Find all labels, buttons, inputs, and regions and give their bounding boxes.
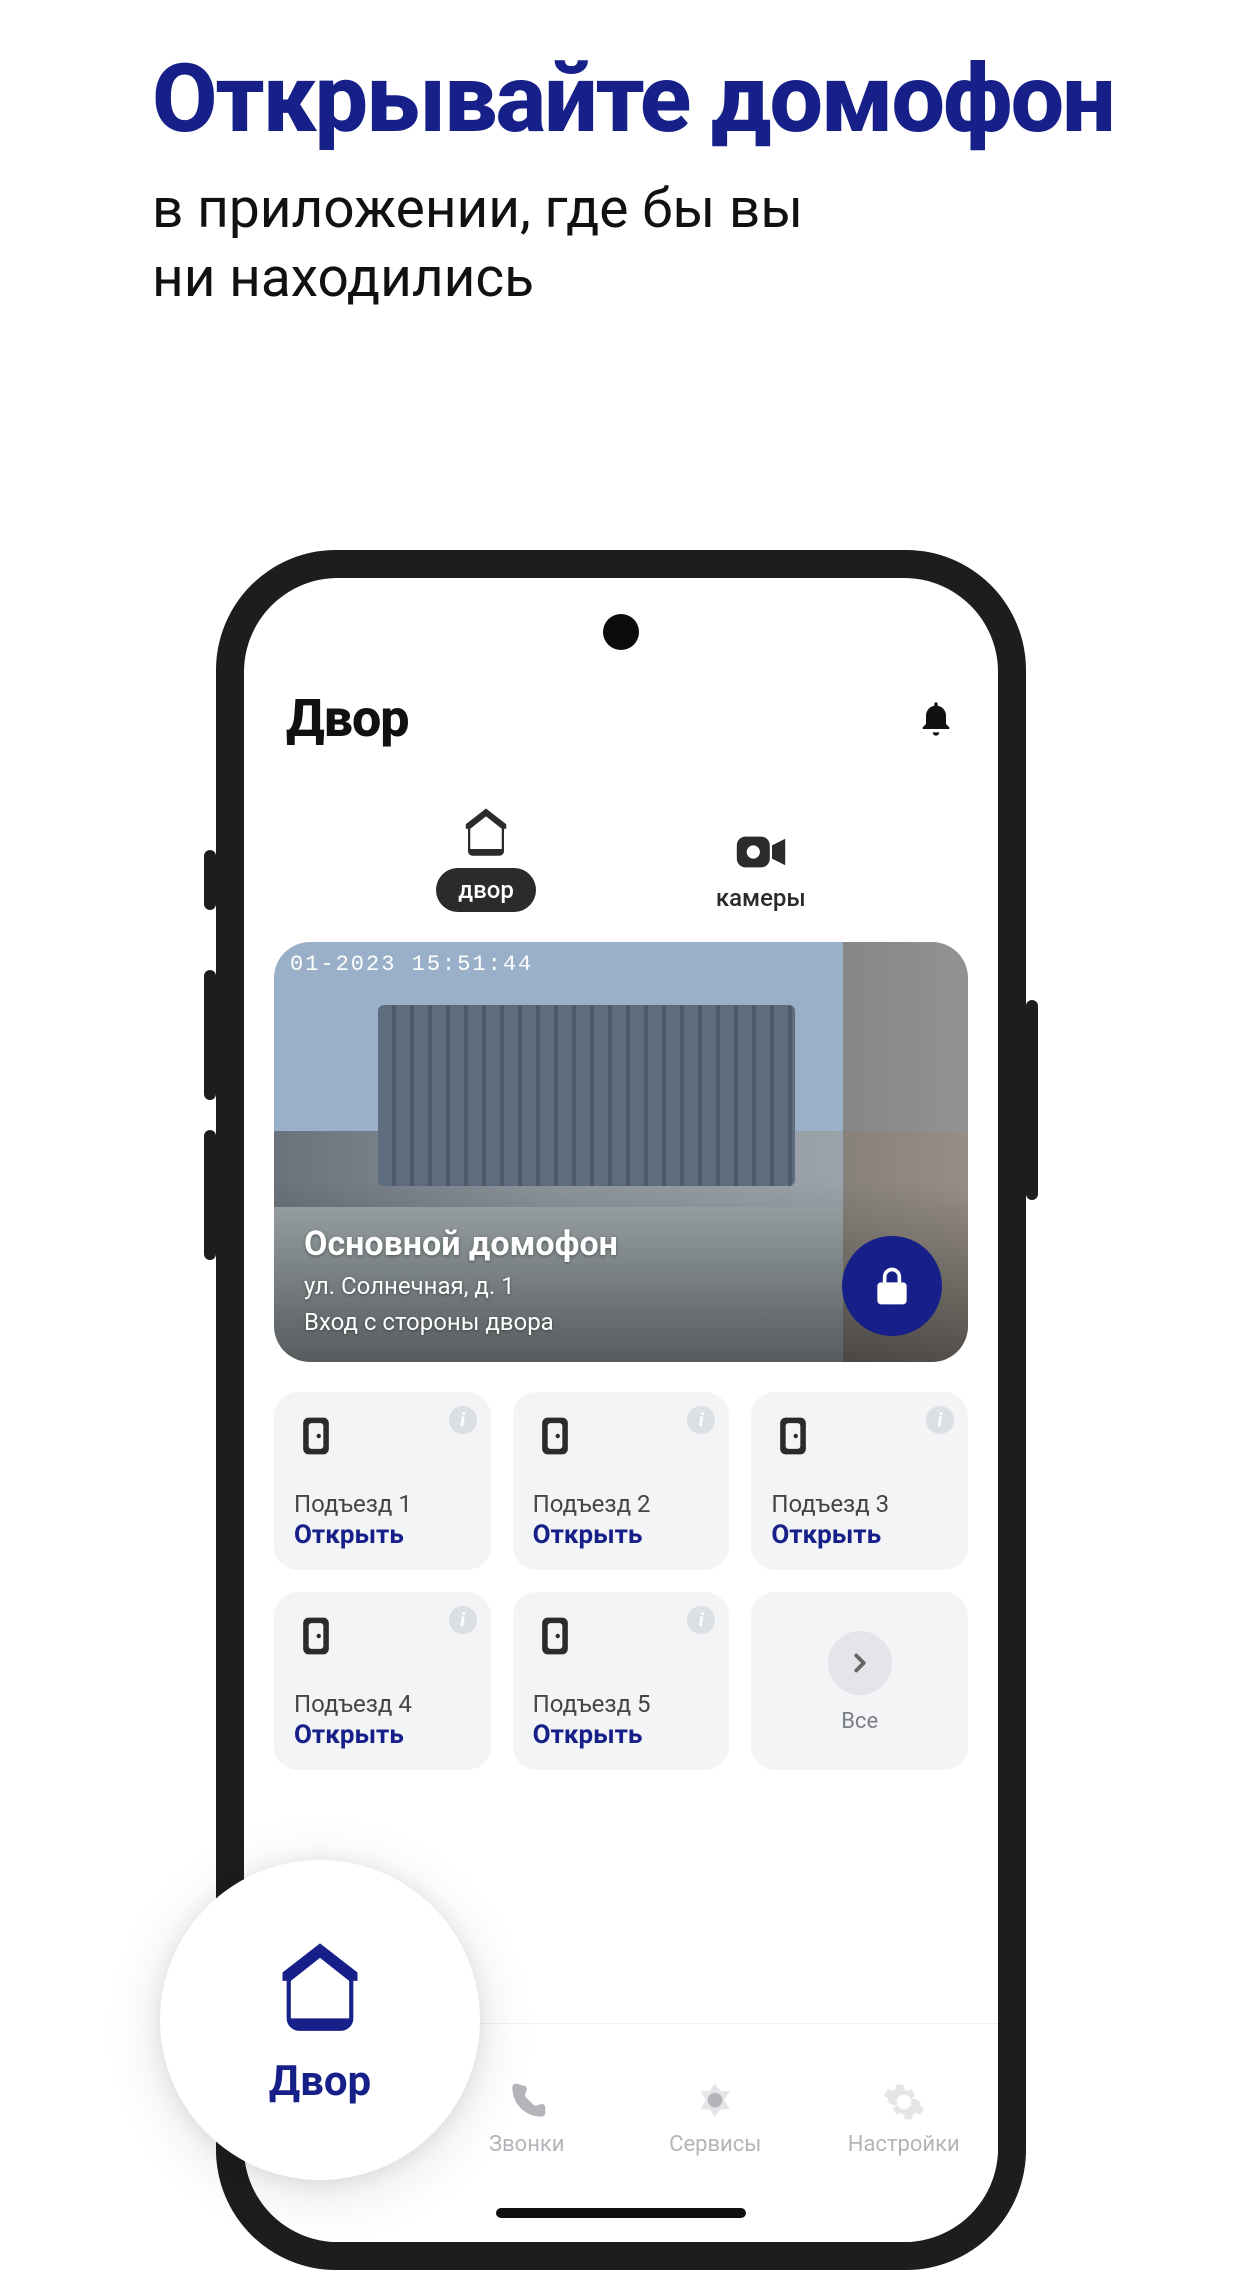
page-title: Двор [286, 688, 409, 749]
door-card[interactable]: i Подъезд 5 Открыть [513, 1592, 730, 1770]
tab-calls-label: Звонки [489, 2132, 564, 2157]
camera-preview-card[interactable]: 01-2023 15:51:44 Основной домофон ул. Со… [274, 942, 968, 1362]
door-action-button[interactable]: Открыть [533, 1520, 710, 1550]
camera-icon [734, 830, 788, 874]
camera-location: Вход с стороны двора [304, 1308, 828, 1336]
tab-calls[interactable]: Звонки [467, 2080, 587, 2157]
tab-settings-label: Настройки [848, 2132, 960, 2157]
segment-cameras-label: камеры [716, 884, 806, 912]
door-card[interactable]: i Подъезд 3 Открыть [751, 1392, 968, 1570]
phone-icon [505, 2080, 549, 2124]
tab-services[interactable]: Сервисы [655, 2080, 775, 2157]
house-icon [270, 1935, 370, 2035]
info-icon[interactable]: i [449, 1406, 477, 1434]
tab-services-label: Сервисы [669, 2132, 761, 2157]
promo-subtitle: в приложении, где бы вы ни находились [152, 175, 1114, 313]
phone-side-button [204, 970, 216, 1100]
door-card[interactable]: i Подъезд 2 Открыть [513, 1392, 730, 1570]
doors-grid: i Подъезд 1 Открыть i [274, 1392, 968, 1770]
door-name: Подъезд 4 [294, 1690, 471, 1718]
segment-yard[interactable]: двор [436, 804, 536, 912]
all-doors-label: Все [841, 1709, 878, 1734]
tab-yard-highlight[interactable]: Двор [160, 1860, 480, 2180]
segmented-control: двор камеры [274, 804, 968, 912]
unlock-button[interactable] [842, 1236, 942, 1336]
door-icon [294, 1414, 338, 1458]
segment-yard-label: двор [436, 868, 536, 912]
door-action-button[interactable]: Открыть [771, 1520, 948, 1550]
info-icon[interactable]: i [449, 1606, 477, 1634]
promo-subtitle-line2: ни находились [152, 246, 534, 310]
house-icon [459, 804, 513, 858]
lock-icon [870, 1264, 914, 1308]
info-icon[interactable]: i [687, 1606, 715, 1634]
door-name: Подъезд 2 [533, 1490, 710, 1518]
camera-building [378, 1005, 794, 1186]
phone-front-camera [603, 614, 639, 650]
door-name: Подъезд 3 [771, 1490, 948, 1518]
door-icon [294, 1614, 338, 1658]
promo-subtitle-line1: в приложении, где бы вы [152, 177, 803, 241]
bell-icon[interactable] [916, 699, 956, 739]
camera-title: Основной домофон [304, 1224, 828, 1264]
door-card-all[interactable]: Все [751, 1592, 968, 1770]
door-icon [771, 1414, 815, 1458]
door-icon [533, 1614, 577, 1658]
camera-address: ул. Солнечная, д. 1 [304, 1272, 828, 1300]
door-card[interactable]: i Подъезд 1 Открыть [274, 1392, 491, 1570]
phone-side-button [1026, 1000, 1038, 1200]
app-header: Двор [274, 678, 968, 749]
door-icon [533, 1414, 577, 1458]
promo-title: Открывайте домофон [152, 50, 1114, 150]
camera-timestamp: 01-2023 15:51:44 [290, 952, 533, 977]
door-card[interactable]: i Подъезд 4 Открыть [274, 1592, 491, 1770]
gear-icon [882, 2080, 926, 2124]
door-action-button[interactable]: Открыть [533, 1720, 710, 1750]
info-icon[interactable]: i [687, 1406, 715, 1434]
tab-settings[interactable]: Настройки [844, 2080, 964, 2157]
segment-cameras[interactable]: камеры [716, 830, 806, 912]
door-name: Подъезд 1 [294, 1490, 471, 1518]
door-name: Подъезд 5 [533, 1690, 710, 1718]
phone-side-button [204, 1130, 216, 1260]
tab-yard-label: Двор [269, 2057, 371, 2106]
services-icon [693, 2080, 737, 2124]
door-action-button[interactable]: Открыть [294, 1520, 471, 1550]
home-indicator [496, 2208, 746, 2218]
camera-overlay: Основной домофон ул. Солнечная, д. 1 Вхо… [304, 1224, 828, 1336]
phone-side-button [204, 850, 216, 910]
chevron-right-icon [828, 1631, 892, 1695]
door-action-button[interactable]: Открыть [294, 1720, 471, 1750]
info-icon[interactable]: i [926, 1406, 954, 1434]
